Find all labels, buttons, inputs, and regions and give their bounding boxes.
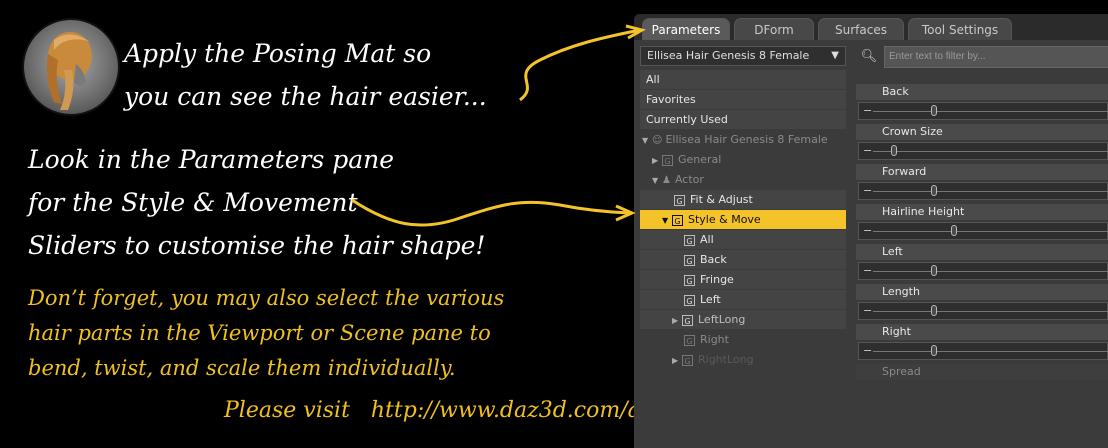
arrow-to-style-move	[351, 198, 631, 227]
arrow-to-parameters-tab	[519, 28, 641, 102]
annotation-arrows	[351, 24, 646, 227]
